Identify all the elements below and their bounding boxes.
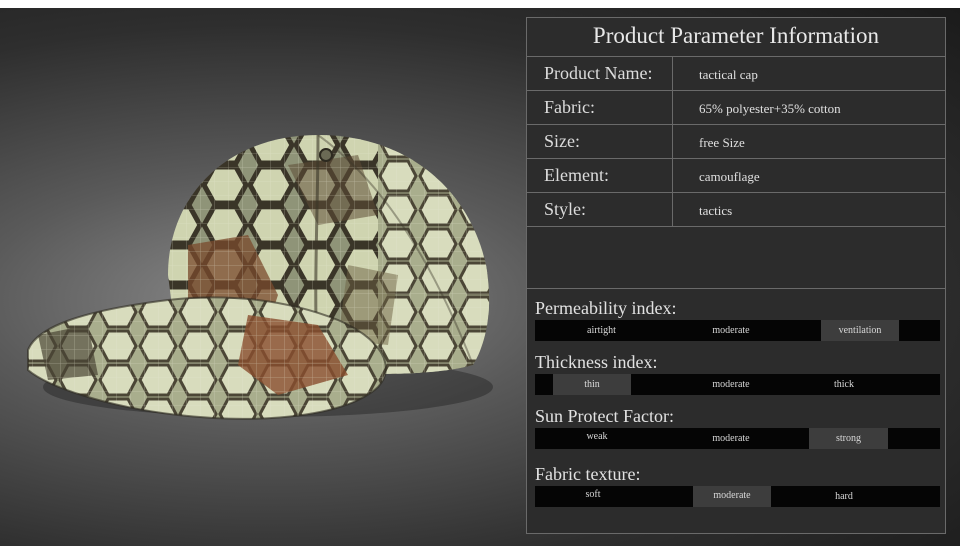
index-bar: airtight moderate ventilation <box>535 320 940 341</box>
level-moderate: moderate <box>712 379 750 390</box>
level-strong-selected: strong <box>809 428 888 449</box>
level-ventilation-selected: ventilation <box>821 320 899 341</box>
empty-row <box>527 227 945 289</box>
row-label-size: Size: <box>527 125 673 158</box>
table-row: Element: camouflage <box>527 159 945 193</box>
level-thin-selected: thin <box>553 374 631 395</box>
level-airtight: airtight <box>587 325 616 336</box>
row-value-element: camouflage <box>699 169 760 184</box>
row-label-product-name: Product Name: <box>527 57 673 90</box>
level-moderate-selected: moderate <box>693 486 771 507</box>
product-image-tactical-cap <box>27 135 493 420</box>
table-row: Product Name: tactical cap <box>527 57 945 91</box>
level-weak: weak <box>586 431 608 442</box>
index-bar: soft moderate hard <box>535 486 940 507</box>
row-value-size: free Size <box>699 135 745 150</box>
row-label-fabric: Fabric: <box>527 91 673 124</box>
row-label-style: Style: <box>527 193 673 226</box>
table-row: Style: tactics <box>527 193 945 227</box>
row-value-product-name: tactical cap <box>699 67 758 82</box>
fabric-texture: Fabric texture: soft moderate hard <box>535 464 940 507</box>
level-moderate: moderate <box>712 433 750 444</box>
level-soft: soft <box>585 489 601 500</box>
permeability-index: Permeability index: airtight moderate ve… <box>535 298 940 341</box>
thickness-index: Thickness index: thin moderate thick <box>535 352 940 395</box>
index-title: Sun Protect Factor: <box>535 406 674 426</box>
level-thick: thick <box>834 379 854 390</box>
sun-protect-factor: Sun Protect Factor: weak moderate strong <box>535 406 940 449</box>
index-bar: weak moderate strong <box>535 428 940 449</box>
row-value-fabric: 65% polyester+35% cotton <box>699 101 841 116</box>
top-strip <box>0 0 960 8</box>
table-row: Fabric: 65% polyester+35% cotton <box>527 91 945 125</box>
level-moderate: moderate <box>712 325 750 336</box>
table-title: Product Parameter Information <box>527 18 945 57</box>
index-title: Thickness index: <box>535 352 658 372</box>
index-title: Permeability index: <box>535 298 677 318</box>
row-label-element: Element: <box>527 159 673 192</box>
level-hard: hard <box>835 491 853 502</box>
parameter-table: Product Parameter Information Product Na… <box>526 17 946 534</box>
table-row: Size: free Size <box>527 125 945 159</box>
row-value-style: tactics <box>699 203 733 218</box>
index-title: Fabric texture: <box>535 464 641 484</box>
index-bar: thin moderate thick <box>535 374 940 395</box>
